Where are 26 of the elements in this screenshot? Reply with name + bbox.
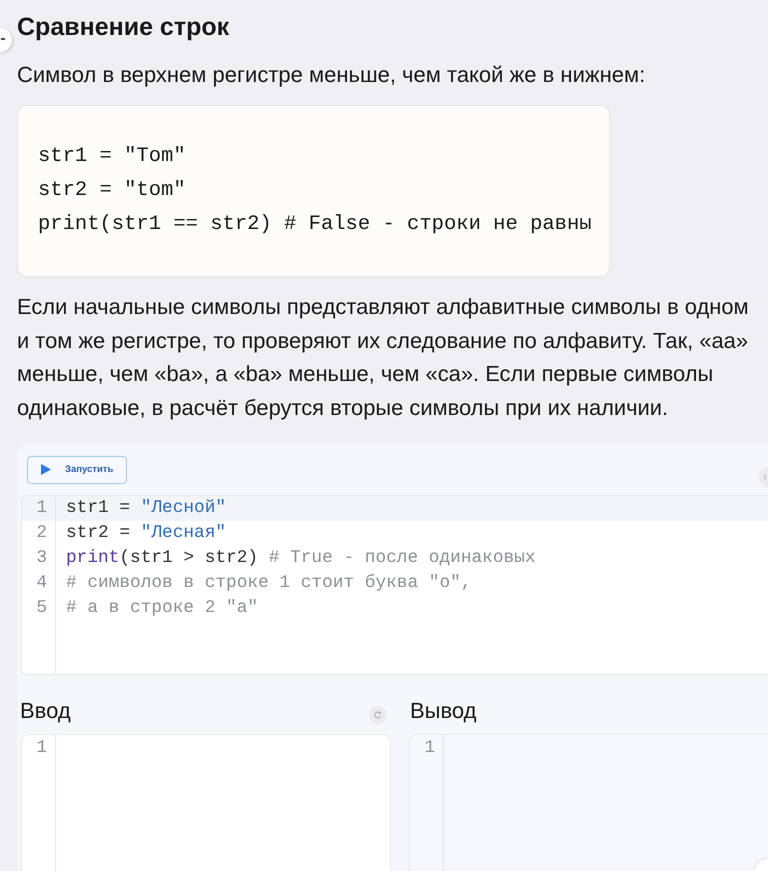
output-label: Вывод	[410, 698, 477, 724]
code-line: str2 = "tom"	[38, 178, 186, 204]
line-number: 3	[35, 546, 48, 570]
line-number: 5	[35, 596, 48, 620]
input-label: Ввод	[20, 698, 71, 724]
run-button[interactable]: Запустить	[27, 456, 127, 484]
line-number: 1	[423, 736, 436, 760]
refresh-icon[interactable]	[369, 706, 387, 724]
play-icon	[41, 464, 51, 476]
paragraph-text: Если начальные символы представляют алфавитные символы в одном и том же регистре, то проверяют их следование по алфавиту. Так, «aa» меньше, чем «ba», а «ba» меньше, чем «ca». Если первые символы одинаковые, в расчёт берутся вторые символы при их наличии.	[17, 293, 750, 422]
page-title: Сравнение строк	[17, 12, 230, 42]
line-number: 1	[22, 496, 55, 521]
line-number: 2	[35, 522, 48, 545]
input-field[interactable]: 1	[21, 734, 391, 871]
code-editor-field[interactable]: 1 2 3 4 5 str1 = "Лесной" str2 = "Лесная" print(str1 > str2) # True - после одинаковых # символов в строке 1 стоит буква "о", # а в строке 2 "а"	[21, 494, 768, 675]
code-line: print(str1 > str2) # True - после одинаковых	[65, 546, 537, 570]
code-line: # символов в строке 1 стоит буква "о",	[65, 572, 472, 595]
side-button[interactable]	[0, 28, 12, 52]
code-line: str1 = "Tom"	[38, 144, 186, 170]
code-line: # а в строке 2 "а"	[65, 596, 260, 620]
code-line: print(str1 == str2) # False - строки не равны	[38, 212, 592, 238]
line-number: 1	[35, 736, 48, 760]
intro-text: Символ в верхнем регистре меньше, чем такой же в нижнем:	[17, 61, 646, 89]
refresh-icon[interactable]	[758, 466, 768, 488]
code-line: str2 = "Лесная"	[65, 522, 228, 545]
line-number: 4	[35, 572, 48, 595]
